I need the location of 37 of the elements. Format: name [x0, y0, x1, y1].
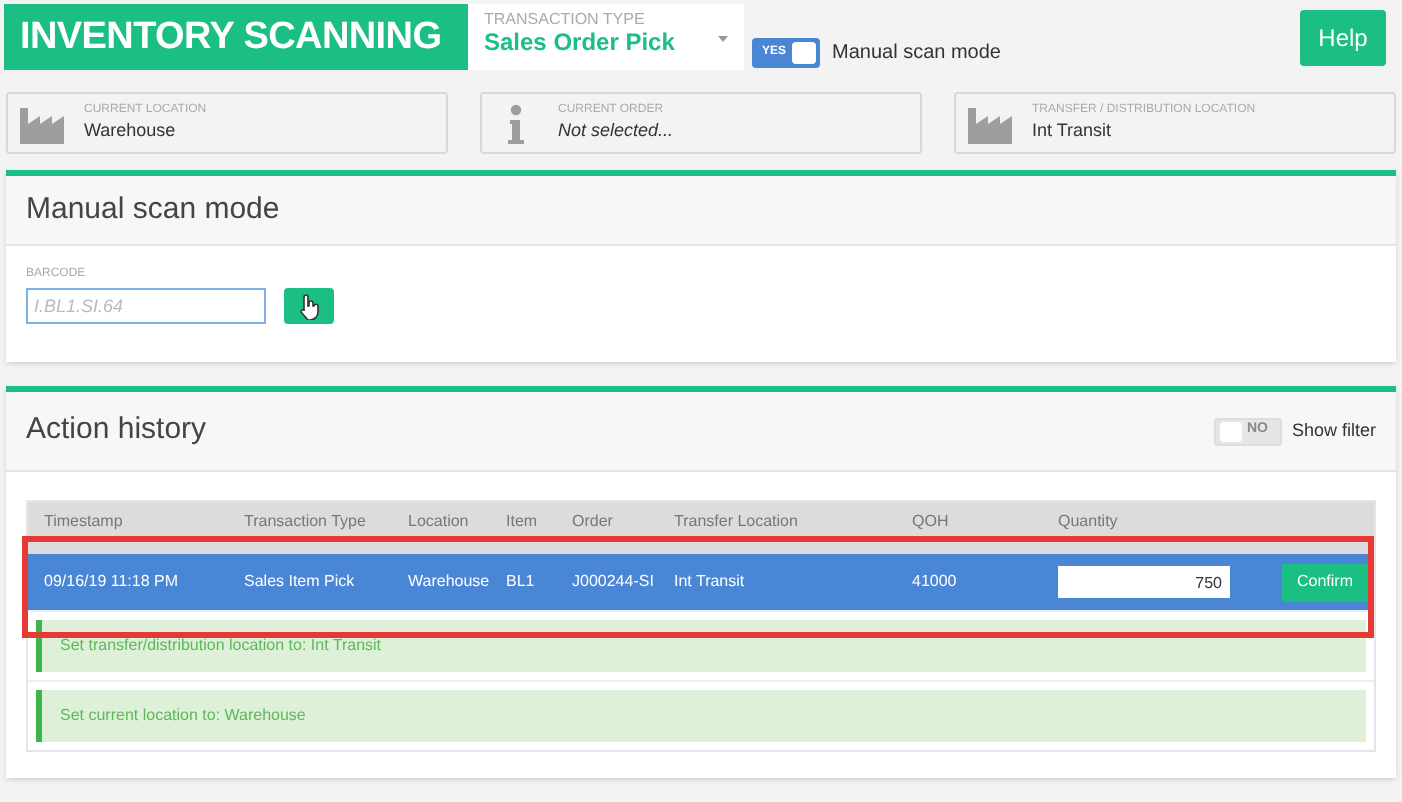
table-row[interactable]: 09/16/19 11:18 PM Sales Item Pick Warehouse BL1 J000244-SI Int Transit 41000 750 Confirm — [28, 554, 1374, 610]
confirm-button[interactable]: Confirm — [1282, 563, 1368, 601]
table-cell-text: Int Transit — [674, 570, 747, 594]
column-header: Transfer Location — [674, 510, 800, 534]
message-text: Set transfer/distribution location to: Int Transit — [60, 634, 382, 658]
table-cell-text: Warehouse — [408, 570, 492, 594]
caret-icon — [718, 36, 728, 42]
toggle-label: Manual scan mode — [832, 40, 1001, 68]
table-cell-text: BL1 — [506, 570, 537, 594]
help-button[interactable]: Help — [1300, 10, 1386, 66]
column-header: Item — [506, 510, 540, 534]
barcode-field[interactable]: I.BL1.SI.64 — [26, 288, 266, 324]
panel-title: Action history — [26, 410, 207, 451]
factory-icon — [20, 103, 64, 143]
app-title: INVENTORY SCANNING — [4, 4, 468, 70]
card-value: Warehouse — [84, 117, 178, 144]
quantity-field[interactable]: 750 — [1058, 566, 1230, 598]
scan-button[interactable] — [284, 288, 334, 324]
table-cell-text: 09/16/19 11:18 PM — [44, 570, 181, 594]
table-cell-text: 41000 — [912, 570, 959, 594]
message-text: Set current location to: Warehouse — [60, 704, 306, 728]
toggle-label: Show filter — [1291, 417, 1376, 444]
panel-title: Manual scan mode — [26, 189, 280, 230]
hand-pointer-icon — [298, 293, 320, 319]
column-header: QOH — [912, 510, 951, 534]
column-header: Timestamp — [44, 510, 125, 534]
table-cell-text: Sales Item Pick — [244, 570, 357, 594]
transaction-type-select[interactable]: TRANSACTION TYPE Sales Order Pick — [468, 4, 744, 70]
column-header: Order — [572, 510, 615, 534]
info-icon — [508, 103, 524, 143]
factory-icon — [968, 103, 1012, 143]
column-header: Quantity — [1058, 510, 1120, 534]
card-value: Not selected... — [558, 117, 674, 144]
table-cell-text: J000244-SI — [572, 570, 656, 594]
card-value: Int Transit — [1032, 117, 1114, 144]
column-header: Transaction Type — [244, 510, 368, 534]
column-header: Location — [408, 510, 471, 534]
